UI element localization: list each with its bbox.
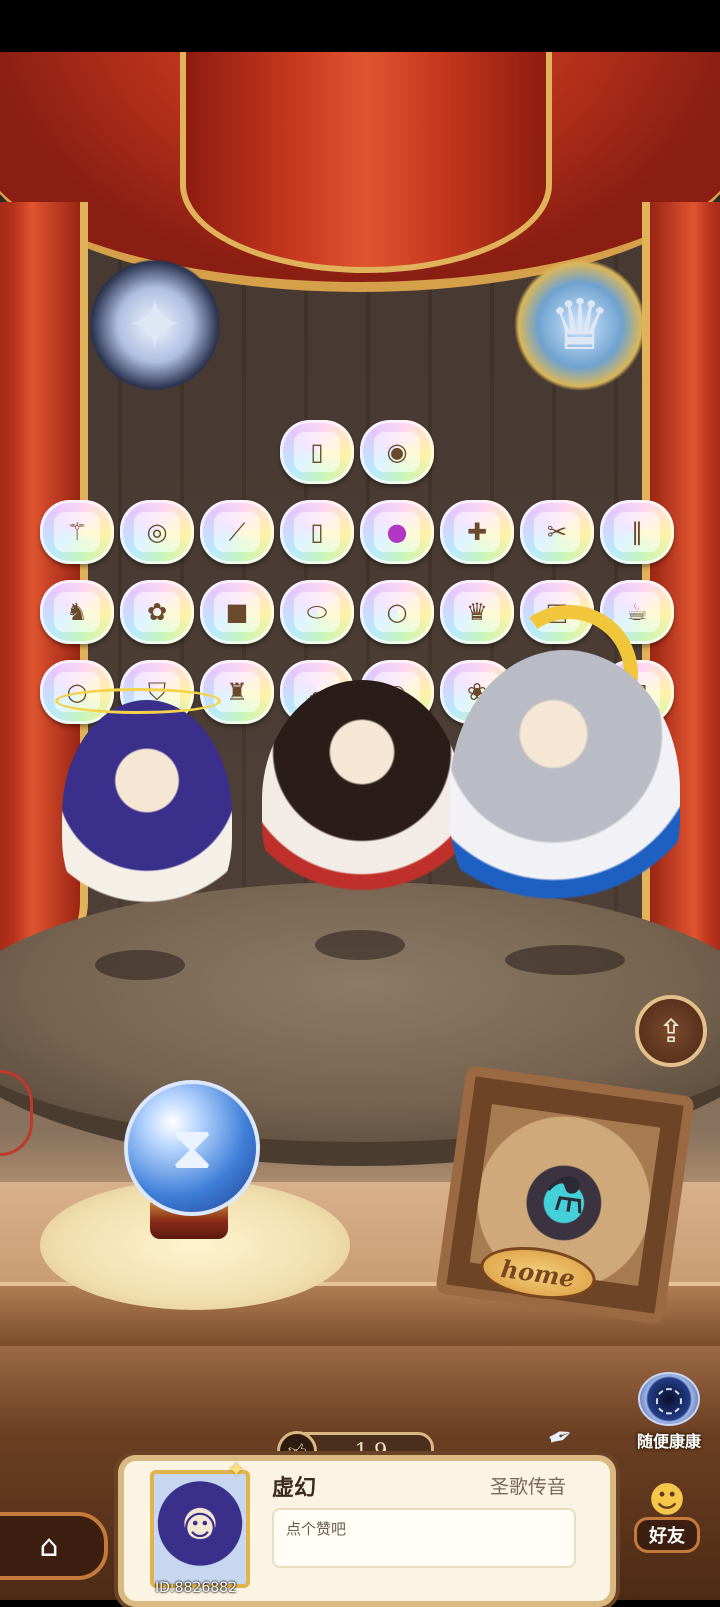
badge-golden-cross[interactable]: ✚ xyxy=(440,500,514,564)
magic-wand-icon: ⚚ xyxy=(54,512,100,552)
character-shrine-maiden[interactable] xyxy=(262,680,462,920)
cross-icon: ✚ xyxy=(454,512,500,552)
crystal-ball-button[interactable]: ⧗ xyxy=(124,1080,260,1216)
badge-safety-pin[interactable]: ∥ xyxy=(600,500,674,564)
crown-icon: ♛ xyxy=(454,592,500,632)
home-icon: ⌂ xyxy=(39,1528,59,1564)
badge-marshmallow[interactable]: ■ xyxy=(200,580,274,644)
rocking-horse-icon: ♞ xyxy=(54,592,100,632)
badge-flower[interactable]: ✿ xyxy=(120,580,194,644)
button-icon: ● xyxy=(374,512,420,552)
portal-icon: ◌ xyxy=(638,1372,700,1426)
badge-scissors[interactable]: ✂ xyxy=(520,500,594,564)
badge-ring[interactable]: ○ xyxy=(360,580,434,644)
badge-telescope[interactable]: ⟋ xyxy=(200,500,274,564)
safety-pin-icon: ∥ xyxy=(614,512,660,552)
badge-cake[interactable]: ◉ xyxy=(360,420,434,484)
comment-placeholder: 点个赞吧 xyxy=(286,1520,347,1538)
avatar[interactable]: ☺ xyxy=(150,1470,250,1588)
random-visit-button[interactable]: ◌ 随便康康 xyxy=(620,1372,718,1452)
badge-button[interactable]: ● xyxy=(360,500,434,564)
badge-magic-wand[interactable]: ⚚ xyxy=(40,500,114,564)
tarot-card-icon: ▯ xyxy=(294,432,340,472)
scissors-icon: ✂ xyxy=(534,512,580,552)
fox-mask-icon: ✦ xyxy=(125,284,185,366)
share-button[interactable]: ⇪ xyxy=(635,995,707,1067)
character-shadow xyxy=(315,930,405,960)
fox-mask-emblem[interactable]: ✦ xyxy=(80,250,230,400)
badge-tarot-card[interactable]: ▯ xyxy=(280,420,354,484)
badge-rocking-horse[interactable]: ♞ xyxy=(40,580,114,644)
bead-bracelet-icon: ◎ xyxy=(134,512,180,552)
badge-bead-bracelet[interactable]: ◎ xyxy=(120,500,194,564)
character-shadow xyxy=(95,950,185,980)
cake-icon: ◉ xyxy=(374,432,420,472)
lion-shield-emblem[interactable]: ♛ xyxy=(505,250,655,400)
home-button[interactable]: ⌂ xyxy=(0,1512,108,1580)
badge-tarot-card-2[interactable]: ▯ xyxy=(280,500,354,564)
tarot-card-icon: ▯ xyxy=(294,512,340,552)
marshmallow-icon: ■ xyxy=(214,592,260,632)
random-visit-label: 随便康康 xyxy=(636,1432,701,1451)
halo-icon xyxy=(55,688,221,714)
flower-icon: ✿ xyxy=(134,592,180,632)
avatar-portrait-icon: ☺ xyxy=(182,1509,218,1549)
telescope-icon: ⟋ xyxy=(214,512,260,552)
badge-plate[interactable]: ⬭ xyxy=(280,580,354,644)
curtain-center-valance xyxy=(180,52,552,273)
friends-label: 好友 xyxy=(634,1517,700,1553)
badge-brush[interactable]: ♜ xyxy=(200,660,274,724)
character-shadow xyxy=(505,945,625,975)
hourglass-icon: ⧗ xyxy=(170,1113,214,1183)
player-id: ID:8826882 xyxy=(155,1580,237,1596)
player-title: 圣歌传音 xyxy=(490,1476,567,1498)
player-name: 虚幻 xyxy=(272,1476,317,1501)
status-bar xyxy=(0,0,720,52)
star-icon: ✦ xyxy=(227,1458,246,1483)
cauldron-icon: ⚗ xyxy=(539,1164,591,1226)
teacup-icon: ☕ xyxy=(614,592,660,632)
character-moon-sleeper[interactable] xyxy=(450,650,680,930)
plate-icon: ⬭ xyxy=(294,592,340,632)
ring-icon: ○ xyxy=(374,592,420,632)
brush-icon: ♜ xyxy=(214,672,260,712)
share-icon: ⇪ xyxy=(657,1012,685,1050)
badge-crown[interactable]: ♛ xyxy=(440,580,514,644)
lion-shield-icon: ♛ xyxy=(548,284,612,366)
friends-button[interactable]: ☻ 好友 xyxy=(622,1480,712,1566)
comment-input[interactable]: 点个赞吧 xyxy=(272,1508,576,1568)
character-purple-hair-angel[interactable] xyxy=(62,700,232,930)
friends-icon: ☻ xyxy=(648,1480,686,1521)
